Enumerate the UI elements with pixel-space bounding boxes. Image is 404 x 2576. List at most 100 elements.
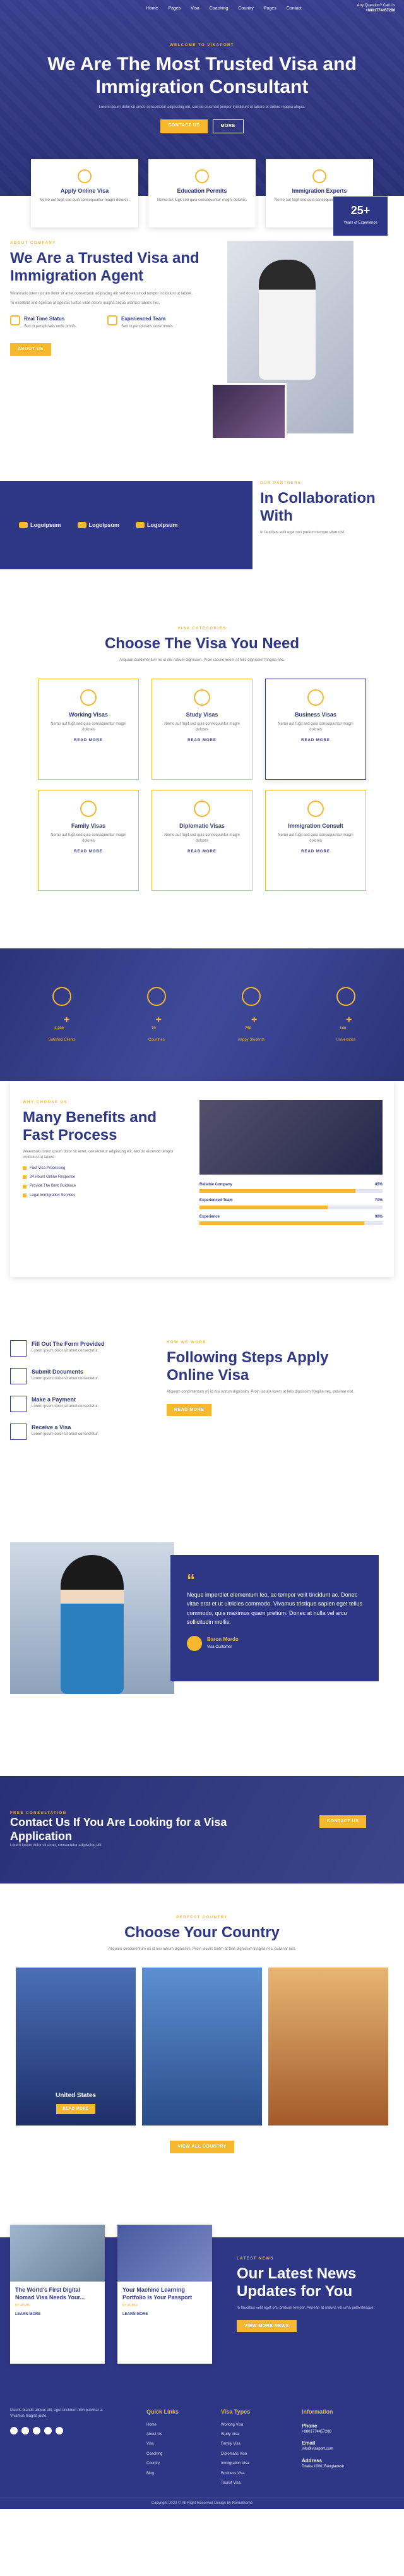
visa-kicker: VISA CATEGORIES [177, 627, 227, 631]
news-kicker: LATEST NEWS [237, 2257, 275, 2261]
nav-item-contact[interactable]: Contact [287, 6, 302, 12]
partner-logo[interactable]: Logoipsum [77, 521, 119, 529]
view-all-country-button[interactable]: VIEW ALL COUNTRY [170, 2140, 234, 2153]
briefcase-icon [80, 689, 97, 706]
partners-title: In Collaboration With [260, 490, 376, 524]
payment-icon [10, 1396, 27, 1412]
footer-link[interactable]: Home [146, 2422, 179, 2428]
author-name: Baron Mordo [207, 1636, 239, 1643]
nav-item-pages-2[interactable]: Pages [264, 6, 276, 12]
visa-card[interactable]: Working Visas Nemo aut fugit sed quia con… [38, 678, 139, 780]
visa-card[interactable]: Study Visas Nemo aut fugit sed quia conse… [152, 678, 252, 780]
twitter-icon[interactable] [21, 2427, 29, 2434]
nav-phone[interactable]: +8801774457288 [357, 9, 395, 14]
cta-text: FREE CONSULTATION Contact Us If You Are … [10, 1811, 250, 1849]
partners-section: Logoipsum Logoipsum Logoipsum OUR PARTNE… [0, 456, 404, 595]
page: Home Pages Visa Coaching Country Pages C… [0, 0, 404, 2509]
country-card[interactable]: United States READ MORE [16, 1967, 136, 2126]
read-more-link[interactable]: READ MORE [272, 738, 359, 743]
stat-label: Happy Students [237, 1037, 265, 1042]
partners-desc: In faucibus velit eget orci pretium temp… [260, 530, 345, 535]
stat-item: 70+ Countries [147, 986, 166, 1043]
benefits-text: WHY CHOOSE US Many Benefits and Fast Pro… [23, 1100, 187, 1198]
read-more-link[interactable]: READ MORE [45, 738, 132, 743]
footer-link[interactable]: Country [146, 2461, 179, 2466]
visa-card-desc: Nemo aut fugit sed quia consequuntur mag… [164, 833, 240, 843]
footer-link[interactable]: Immigration Visa [221, 2461, 250, 2466]
learn-more-link[interactable]: LEARN MORE [15, 2312, 100, 2317]
facebook-icon[interactable] [10, 2427, 18, 2434]
news-card[interactable]: Your Machine Learning Portfolio Is Your … [117, 2225, 212, 2364]
steps-section: Fill Out The Form Provided Lorem ipsum do… [0, 1296, 404, 1542]
feature-real-time: Real Time Status Sed ut perspiciatis unde… [10, 315, 98, 330]
nav-contact: Any Question? Call Us +8801774457288 [357, 4, 395, 14]
country-read-more[interactable]: READ MORE [56, 2103, 95, 2115]
footer-link[interactable]: Study Visa [221, 2432, 250, 2437]
view-more-news-button[interactable]: VIEW MORE NEWS [237, 2319, 297, 2333]
footer-about: Mauris blandit aliquet elit, eget tincid… [10, 2408, 117, 2434]
visa-card[interactable]: Business Visas Nemo aut fugit sed quia co… [265, 678, 366, 780]
progress-bar: Reliable Company 85% [199, 1182, 383, 1194]
nav-item-country[interactable]: Country [238, 6, 254, 12]
about-button[interactable]: ABOUT US [10, 343, 51, 356]
author-role: Visa Customer [207, 1645, 232, 1650]
step-item: Receive a Visa Lorem ipsum dolor sit amet… [10, 1424, 155, 1440]
learn-more-link[interactable]: LEARN MORE [122, 2312, 207, 2317]
visa-card[interactable]: Family Visas Nemo aut fugit sed quia cons… [38, 789, 139, 891]
contact-button[interactable]: CONTACT US [160, 119, 208, 133]
footer-link[interactable]: Working Visa [221, 2422, 250, 2428]
nav-item-coaching[interactable]: Coaching [210, 6, 229, 12]
partner-logo[interactable]: Logoipsum [136, 521, 178, 529]
footer-link[interactable]: Family Visa [221, 2441, 250, 2446]
steps-kicker: HOW WE WORK [167, 1341, 207, 1345]
visa-card-desc: Nemo aut fugit sed quia consequuntur mag… [278, 833, 354, 843]
family-icon [80, 800, 97, 817]
instagram-icon[interactable] [33, 2427, 40, 2434]
steps-button[interactable]: READ MORE [167, 1403, 212, 1417]
logo-mark-icon [19, 522, 28, 528]
hero-kicker: WELCOME TO VISAPORT [169, 44, 235, 47]
benefits-card: WHY CHOOSE US Many Benefits and Fast Pro… [10, 1081, 394, 1277]
visa-icon [10, 1424, 27, 1440]
linkedin-icon[interactable] [44, 2427, 52, 2434]
nav-item-visa[interactable]: Visa [191, 6, 199, 12]
passport-hand-image [199, 1100, 383, 1175]
footer-link[interactable]: Business Visa [221, 2471, 250, 2476]
footer-link[interactable]: Blog [146, 2471, 179, 2476]
partner-logo[interactable]: Logoipsum [19, 521, 61, 529]
more-button[interactable]: MORE [212, 119, 244, 133]
read-more-link[interactable]: READ MORE [272, 849, 359, 854]
visa-card-title: Diplomatic Visas [179, 822, 225, 829]
visa-card[interactable]: Diplomatic Visas Nemo aut fugit sed quia … [152, 789, 252, 891]
country-card[interactable] [142, 1967, 262, 2126]
nav-item-pages[interactable]: Pages [168, 6, 181, 12]
visa-card[interactable]: Immigration Consult Nemo aut fugit sed qu… [265, 789, 366, 891]
read-more-link[interactable]: READ MORE [158, 738, 246, 743]
news-image [10, 2225, 105, 2282]
progress-bar: Experienced Team 70% [199, 1198, 383, 1209]
hero-buttons: CONTACT US MORE [0, 119, 404, 133]
news-card[interactable]: The World's First Digital Nomad Visa Nee… [10, 2225, 105, 2364]
cta-section: FREE CONSULTATION Contact Us If You Are … [0, 1776, 404, 1884]
footer-info: Information Phone +8801774457288 Email i… [302, 2409, 345, 2469]
testimonial-author: Baron Mordo Visa Customer [187, 1635, 362, 1651]
cta-button[interactable]: CONTACT US [319, 1815, 367, 1828]
footer-link[interactable]: Diplomatic Visa [221, 2452, 250, 2457]
visa-section: VISA CATEGORIES Choose The Visa You Need… [0, 595, 404, 948]
read-more-link[interactable]: READ MORE [158, 849, 246, 854]
footer-link[interactable]: Visa [146, 2441, 179, 2446]
graduation-icon [195, 169, 209, 183]
partners-text: OUR PARTNERS In Collaboration With In fa… [260, 481, 399, 536]
footer-link[interactable]: Coaching [146, 2452, 179, 2457]
about-text: ABOUT COMPANY We Are a Trusted Visa and … [10, 241, 199, 356]
youtube-icon[interactable] [56, 2427, 63, 2434]
cta-action: CONTACT US [319, 1815, 367, 1828]
logo-mark-icon [136, 522, 145, 528]
step-item: Submit Documents Lorem ipsum dolor sit am… [10, 1368, 155, 1384]
read-more-link[interactable]: READ MORE [45, 849, 132, 854]
steps-list: Fill Out The Form Provided Lorem ipsum do… [10, 1340, 155, 1451]
footer-link[interactable]: Tourist Visa [221, 2481, 250, 2486]
nav-item-home[interactable]: Home [146, 6, 158, 12]
footer-link[interactable]: About Us [146, 2432, 179, 2437]
country-card[interactable] [268, 1967, 388, 2126]
